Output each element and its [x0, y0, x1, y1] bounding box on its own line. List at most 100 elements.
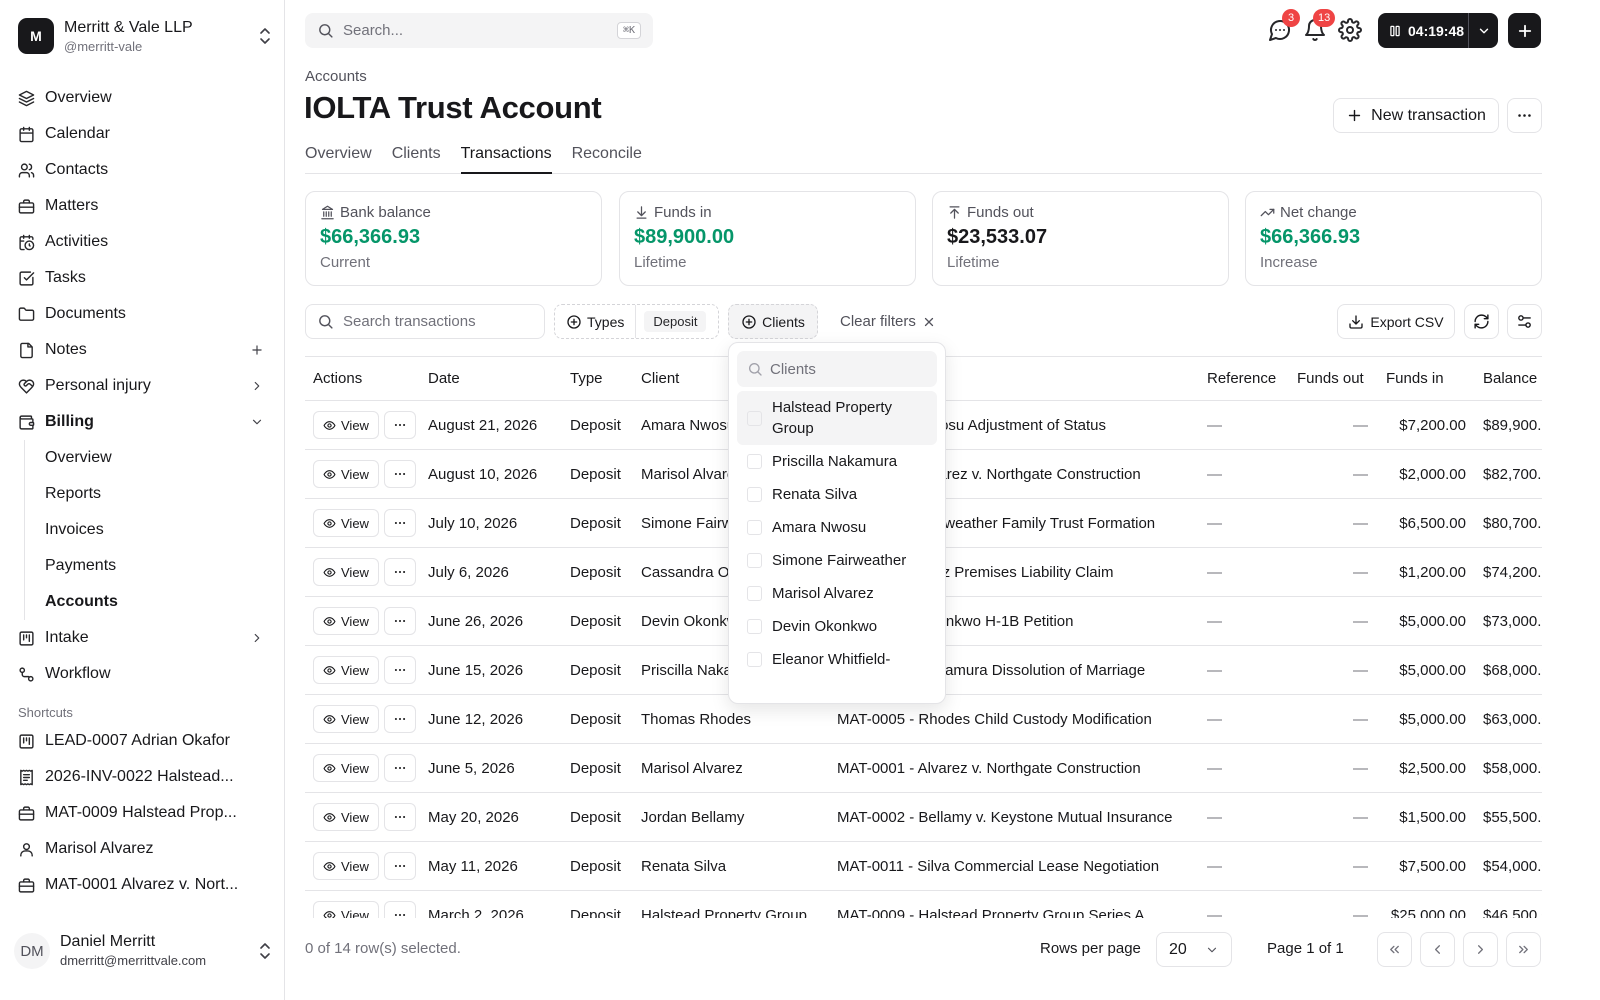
row-menu-button[interactable] [383, 852, 416, 880]
workspace-switcher[interactable]: M Merritt & Vale LLP @merritt-vale [18, 16, 272, 56]
row-menu-button[interactable] [383, 558, 416, 586]
client-option[interactable]: Eleanor Whitfield- [737, 643, 937, 676]
view-button[interactable]: View [313, 754, 379, 782]
row-menu-button[interactable] [383, 656, 416, 684]
quick-add-button[interactable] [1508, 13, 1541, 48]
checkbox[interactable] [747, 520, 762, 535]
client-option[interactable]: Priscilla Nakamura [737, 445, 937, 478]
tab-reconcile[interactable]: Reconcile [572, 140, 642, 174]
row-menu-button[interactable] [383, 607, 416, 635]
shortcut-item[interactable]: LEAD-0007 Adrian Okafor [10, 723, 272, 759]
view-button[interactable]: View [313, 607, 379, 635]
next-page-button[interactable] [1463, 932, 1498, 967]
view-button[interactable]: View [313, 411, 379, 439]
refresh-button[interactable] [1464, 304, 1499, 339]
nav-overview[interactable]: Overview [10, 80, 272, 116]
cell-matter[interactable]: MAT-0002 - Bellamy v. Keystone Mutual In… [837, 809, 1199, 826]
col-date[interactable]: Date [428, 370, 460, 387]
row-menu-button[interactable] [383, 509, 416, 537]
nav-matters[interactable]: Matters [10, 188, 272, 224]
nav-calendar[interactable]: Calendar [10, 116, 272, 152]
nav-billing-reports[interactable]: Reports [45, 476, 272, 512]
client-option[interactable]: Halstead Property Group [737, 391, 937, 445]
client-option[interactable]: Devin Okonkwo [737, 610, 937, 643]
nav-personal-injury[interactable]: Personal injury [10, 368, 272, 404]
checkbox[interactable] [747, 553, 762, 568]
user-menu[interactable]: DM Daniel Merritt dmerritt@merrittvale.c… [14, 925, 272, 977]
nav-billing-accounts[interactable]: Accounts [45, 584, 272, 620]
shortcut-item[interactable]: MAT-0001 Alvarez v. Nort... [10, 867, 272, 903]
view-button[interactable]: View [313, 803, 379, 831]
table-row[interactable]: View June 5, 2026 Deposit Marisol Alvarez MA… [305, 744, 1542, 793]
row-menu-button[interactable] [383, 754, 416, 782]
types-filter[interactable]: Types Deposit [554, 304, 719, 339]
new-transaction-button[interactable]: New transaction [1333, 98, 1499, 133]
col-balance[interactable]: Balance [1483, 370, 1542, 387]
gear-icon[interactable] [1338, 18, 1362, 42]
nav-notes[interactable]: Notes [10, 332, 272, 368]
checkbox[interactable] [747, 619, 762, 634]
plus-icon[interactable] [250, 343, 264, 357]
transactions-search-input[interactable]: Search transactions [305, 304, 545, 339]
timer-dropdown-button[interactable] [1468, 13, 1498, 48]
timer-pause-button[interactable]: 04:19:48 [1378, 23, 1468, 39]
row-menu-button[interactable] [383, 705, 416, 733]
table-row[interactable]: View May 20, 2026 Deposit Jordan Bellamy MAT… [305, 793, 1542, 842]
nav-tasks[interactable]: Tasks [10, 260, 272, 296]
nav-workflow[interactable]: Workflow [10, 656, 272, 692]
breadcrumb[interactable]: Accounts [305, 68, 367, 85]
table-row[interactable]: View March 2, 2026 Deposit Halstead Propert… [305, 891, 1542, 918]
cell-matter[interactable]: MAT-0001 - Alvarez v. Northgate Construc… [837, 760, 1199, 777]
last-page-button[interactable] [1506, 932, 1541, 967]
checkbox[interactable] [747, 586, 762, 601]
view-button[interactable]: View [313, 509, 379, 537]
view-button[interactable]: View [313, 901, 379, 918]
tab-clients[interactable]: Clients [392, 140, 441, 174]
cell-matter[interactable]: MAT-0005 - Rhodes Child Custody Modifica… [837, 711, 1199, 728]
view-button[interactable]: View [313, 705, 379, 733]
global-search[interactable]: Search... ⌘K [305, 13, 653, 48]
view-button[interactable]: View [313, 656, 379, 684]
view-options-button[interactable] [1507, 304, 1542, 339]
previous-page-button[interactable] [1420, 932, 1455, 967]
client-option[interactable]: Marisol Alvarez [737, 577, 937, 610]
nav-contacts[interactable]: Contacts [10, 152, 272, 188]
table-row[interactable]: View May 11, 2026 Deposit Renata Silva MAT-0… [305, 842, 1542, 891]
view-button[interactable]: View [313, 852, 379, 880]
tab-transactions[interactable]: Transactions [460, 140, 552, 174]
row-menu-button[interactable] [383, 460, 416, 488]
checkbox[interactable] [747, 454, 762, 469]
shortcut-item[interactable]: 2026-INV-0022 Halstead... [10, 759, 272, 795]
nav-intake[interactable]: Intake [10, 620, 272, 656]
client-option[interactable]: Renata Silva [737, 478, 937, 511]
checkbox[interactable] [747, 652, 762, 667]
rows-per-page-select[interactable]: 20 [1156, 932, 1232, 967]
nav-billing-invoices[interactable]: Invoices [45, 512, 272, 548]
more-actions-button[interactable] [1507, 98, 1542, 133]
shortcut-item[interactable]: Marisol Alvarez [10, 831, 272, 867]
col-funds-in[interactable]: Funds in [1386, 370, 1444, 387]
cell-matter[interactable]: MAT-0011 - Silva Commercial Lease Negoti… [837, 858, 1199, 875]
first-page-button[interactable] [1377, 932, 1412, 967]
col-type[interactable]: Type [570, 370, 603, 387]
row-menu-button[interactable] [383, 901, 416, 918]
clients-search-input[interactable]: Clients [737, 351, 937, 387]
view-button[interactable]: View [313, 460, 379, 488]
export-csv-button[interactable]: Export CSV [1337, 304, 1455, 339]
tab-overview[interactable]: Overview [305, 140, 372, 174]
col-funds-out[interactable]: Funds out [1297, 370, 1364, 387]
nav-billing-overview[interactable]: Overview [45, 440, 272, 476]
nav-billing[interactable]: Billing [10, 404, 272, 440]
row-menu-button[interactable] [383, 411, 416, 439]
client-option[interactable]: Simone Fairweather [737, 544, 937, 577]
nav-documents[interactable]: Documents [10, 296, 272, 332]
client-option[interactable]: Amara Nwosu [737, 511, 937, 544]
checkbox[interactable] [747, 487, 762, 502]
checkbox[interactable] [747, 410, 762, 426]
clear-filters-button[interactable]: Clear filters [840, 304, 936, 339]
clients-filter[interactable]: Clients [728, 304, 818, 339]
view-button[interactable]: View [313, 558, 379, 586]
shortcut-item[interactable]: MAT-0009 Halstead Prop... [10, 795, 272, 831]
nav-billing-payments[interactable]: Payments [45, 548, 272, 584]
col-reference[interactable]: Reference [1207, 370, 1276, 387]
